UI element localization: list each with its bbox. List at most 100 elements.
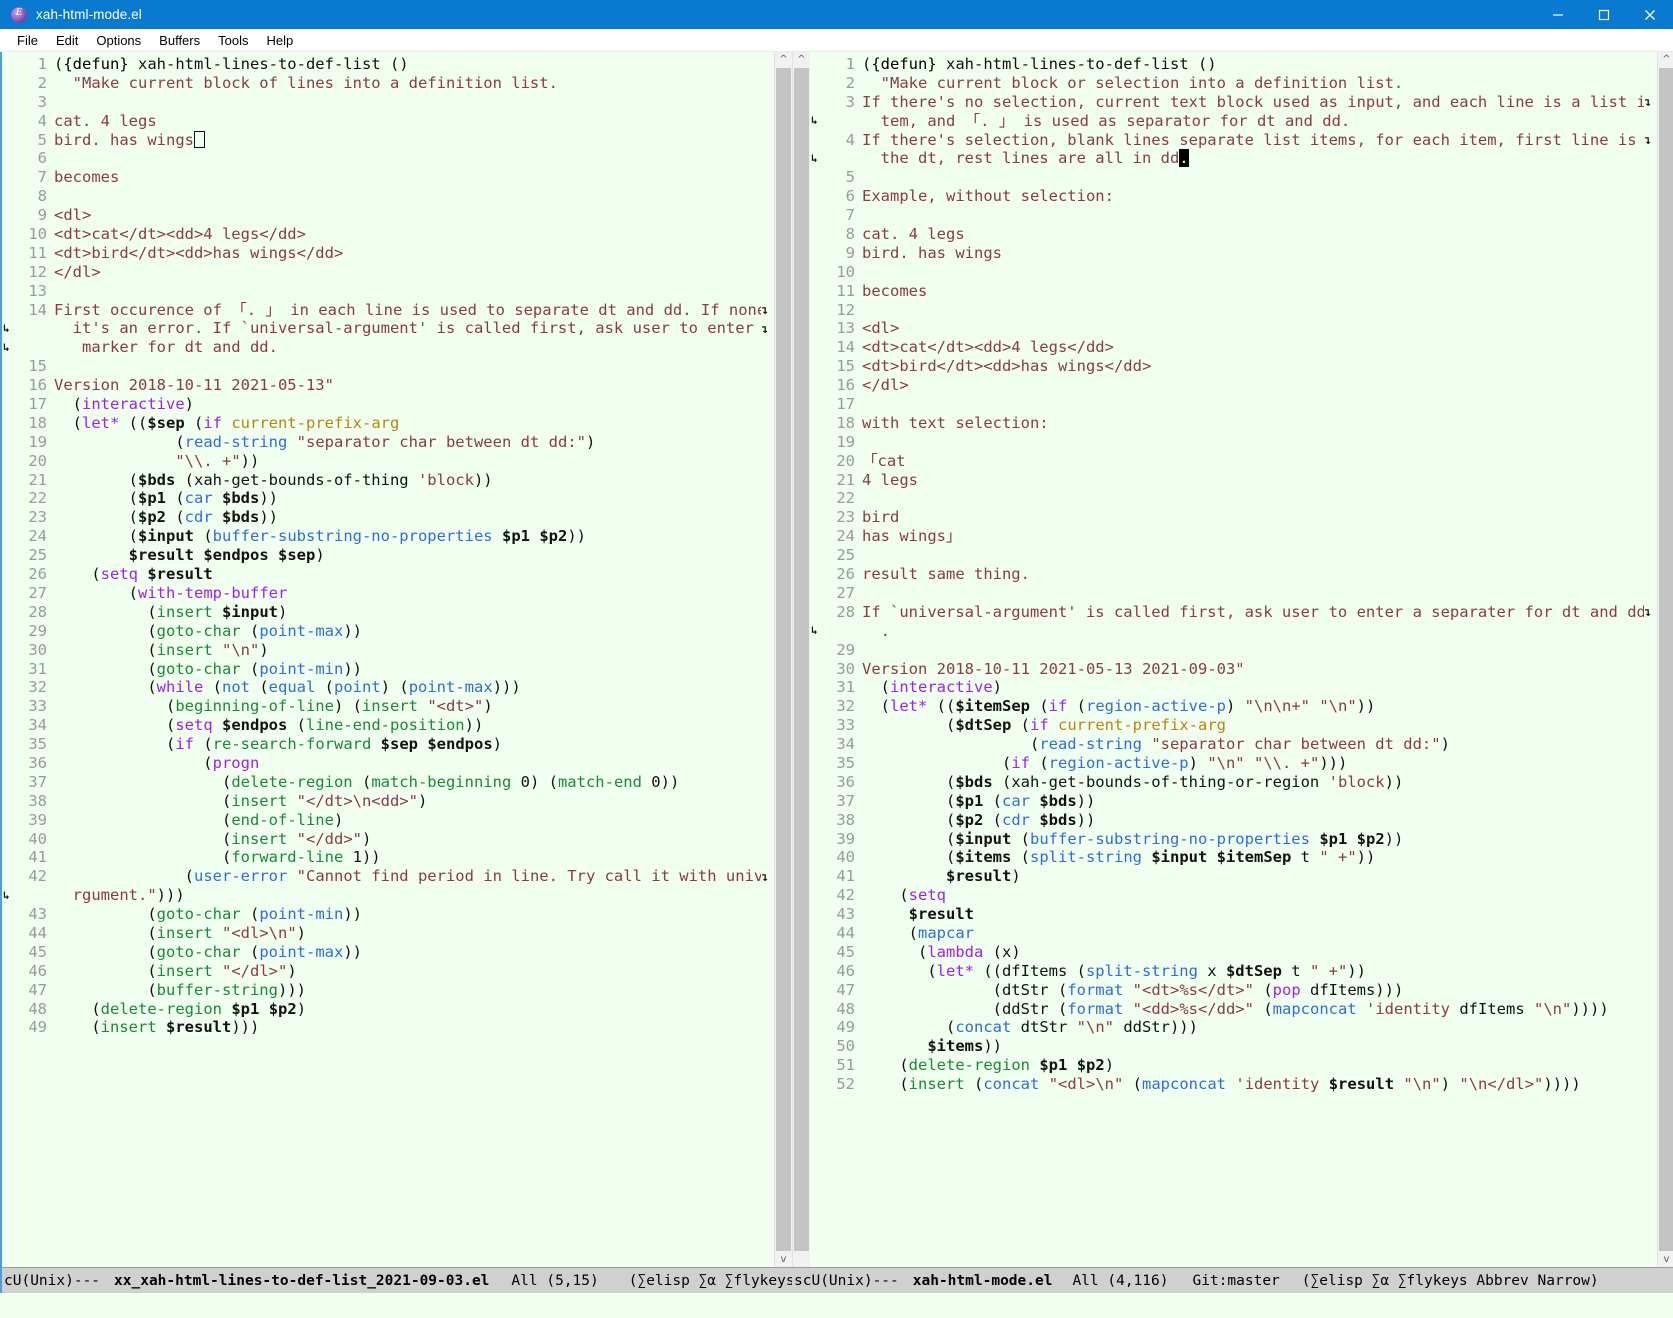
line-content: (concat dtStr "\n" ddStr))) (862, 1018, 1198, 1037)
line-number: 17 (836, 395, 855, 414)
menu-item-help[interactable]: Help (257, 31, 302, 50)
buffer-line: 17 (interactive) (13, 395, 761, 414)
buffer-text-left[interactable]: 1 ({defun} xah-html-lines-to-def-list () 2… (13, 52, 761, 1267)
line-number: 45 (836, 942, 855, 961)
close-icon[interactable] (1627, 0, 1673, 29)
scroll-up-icon[interactable]: ^ (775, 52, 792, 67)
line-content: Version 2018-10-11 2021-05-13 2021-09-03… (862, 659, 1245, 678)
line-content: it's an error. If `universal-argument' i… (72, 319, 754, 338)
buffer-line: 17 (821, 395, 1644, 414)
line-content: (delete-region $p1 $p2) (862, 1056, 1115, 1075)
line-number: 48 (28, 999, 47, 1018)
line-number: 25 (28, 546, 47, 565)
left-fringe-left: ↳ ↳ ↳ (2, 52, 13, 1267)
line-content: ($bds (xah-get-bounds-of-thing 'block)) (54, 470, 493, 489)
buffer-line: 44 (insert "<dl>\n") (13, 924, 761, 943)
line-number: 21 (836, 470, 855, 489)
buffer-line: 28 (insert $input) (13, 603, 761, 622)
line-content: marker for dt and dd. (72, 338, 278, 357)
buffer-line: 29 (821, 641, 1644, 660)
line-number: 23 (28, 508, 47, 527)
buffer-line: 47 (dtStr (format "<dt>%s</dt>" (pop dfI… (821, 981, 1644, 1000)
scrollbar-right-inner[interactable]: ^ (792, 52, 810, 1267)
line-content: 「cat (862, 451, 906, 470)
menu-item-edit[interactable]: Edit (47, 31, 87, 50)
line-content: (goto-char (point-min)) (54, 905, 362, 924)
line-continuation-icon: ↴ (761, 321, 769, 336)
line-number: 11 (836, 281, 855, 300)
line-content: (mapcar (862, 923, 974, 942)
buffer-line: 7 becomes (13, 168, 761, 187)
buffer-line: 8 (13, 187, 761, 206)
buffer-line: rgument."))) (13, 886, 761, 905)
buffer-line: 20 「cat (821, 452, 1644, 471)
buffer-line: 4 cat. 4 legs (13, 112, 761, 131)
minimize-icon[interactable] (1535, 0, 1581, 29)
line-number: 28 (28, 602, 47, 621)
line-number: 4 (845, 130, 855, 149)
maximize-icon[interactable] (1581, 0, 1627, 29)
buffer-line: 41 (forward-line 1)) (13, 848, 761, 867)
line-wrap-icon: ↳ (3, 888, 10, 902)
buffer-line: 27 (with-temp-buffer (13, 584, 761, 603)
scroll-up-icon[interactable]: ^ (793, 52, 810, 67)
line-number: 9 (845, 243, 855, 262)
line-number: 12 (836, 300, 855, 319)
line-content: If there's selection, blank lines separa… (862, 130, 1637, 149)
echo-area (0, 1293, 1673, 1318)
line-number: 6 (845, 187, 855, 206)
line-content: (let* ((dfItems (split-string x $dtSep t… (862, 961, 1366, 980)
buffer-line: 52 (insert (concat "<dl>\n" (mapconcat '… (821, 1075, 1644, 1094)
line-number: 39 (836, 829, 855, 848)
scrollbar-thumb-right-inner[interactable] (794, 68, 809, 1251)
menu-item-tools[interactable]: Tools (209, 31, 257, 50)
line-content: <dt>cat</dt><dd>4 legs</dd> (862, 338, 1114, 357)
window-controls (1535, 0, 1673, 29)
buffer-line: 45 (goto-char (point-max)) (13, 943, 761, 962)
line-number: 13 (28, 281, 47, 300)
line-content: "Make current block of lines into a defi… (72, 73, 558, 92)
line-content: ($p2 (cdr $bds)) (54, 508, 279, 527)
buffer-line: 46 (insert "</dl>") (13, 962, 761, 981)
menu-item-file[interactable]: File (8, 31, 47, 50)
line-content: cat. 4 legs (862, 225, 965, 244)
scrollbar-left[interactable]: ^ v (774, 52, 792, 1267)
line-content: (if (region-active-p) "\n" "\\. +"))) (862, 753, 1348, 772)
modeline-right-position: All (4,116) (1072, 1272, 1169, 1289)
menu-item-buffers[interactable]: Buffers (150, 31, 209, 50)
line-number: 2 (845, 73, 855, 92)
buffer-line: 34 (setq $endpos (line-end-position)) (13, 716, 761, 735)
line-number: 32 (836, 697, 855, 716)
scroll-down-icon[interactable]: v (775, 1252, 792, 1267)
buffer-line: 8 cat. 4 legs (821, 225, 1644, 244)
left-fringe-right: ↴ ↴ ↴ (761, 52, 774, 1267)
modeline-left-buffer-name: xx_xah-html-lines-to-def-list_2021-09-03… (114, 1272, 490, 1289)
scroll-up-icon[interactable]: ^ (1658, 52, 1673, 67)
line-number: 29 (836, 640, 855, 659)
line-content: bird (862, 508, 900, 527)
buffer-line: 19 (read-string "separator char between … (13, 433, 761, 452)
line-content: bird. has wings (54, 130, 205, 149)
line-content: (read-string "separator char between dt … (54, 432, 596, 451)
buffer-line: 49 (insert $result))) (13, 1018, 761, 1037)
buffer-line: 9 bird. has wings (821, 244, 1644, 263)
line-number: 24 (28, 527, 47, 546)
buffer-line: 40 (insert "</dd>") (13, 830, 761, 849)
buffer-line: 1 ({defun} xah-html-lines-to-def-list () (13, 55, 761, 74)
line-number: 27 (28, 583, 47, 602)
buffer-line: 39 (end-of-line) (13, 811, 761, 830)
line-content: 4 legs (862, 470, 918, 489)
line-number: 1 (37, 55, 47, 73)
line-content: (forward-line 1)) (54, 848, 381, 867)
scroll-down-icon[interactable]: v (1658, 1252, 1673, 1267)
line-number: 47 (836, 980, 855, 999)
menu-item-options[interactable]: Options (87, 31, 150, 50)
scrollbar-thumb-left[interactable] (776, 68, 791, 1251)
line-number: 19 (28, 432, 47, 451)
scrollbar-right[interactable]: ^ v (1657, 52, 1673, 1267)
buffer-line: 33 ($dtSep (if current-prefix-arg (821, 716, 1644, 735)
scrollbar-thumb-right[interactable] (1659, 68, 1673, 1251)
line-content: $result (908, 905, 974, 924)
line-number: 20 (836, 451, 855, 470)
buffer-text-right[interactable]: 1 ({defun} xah-html-lines-to-def-list () 2… (821, 52, 1644, 1267)
